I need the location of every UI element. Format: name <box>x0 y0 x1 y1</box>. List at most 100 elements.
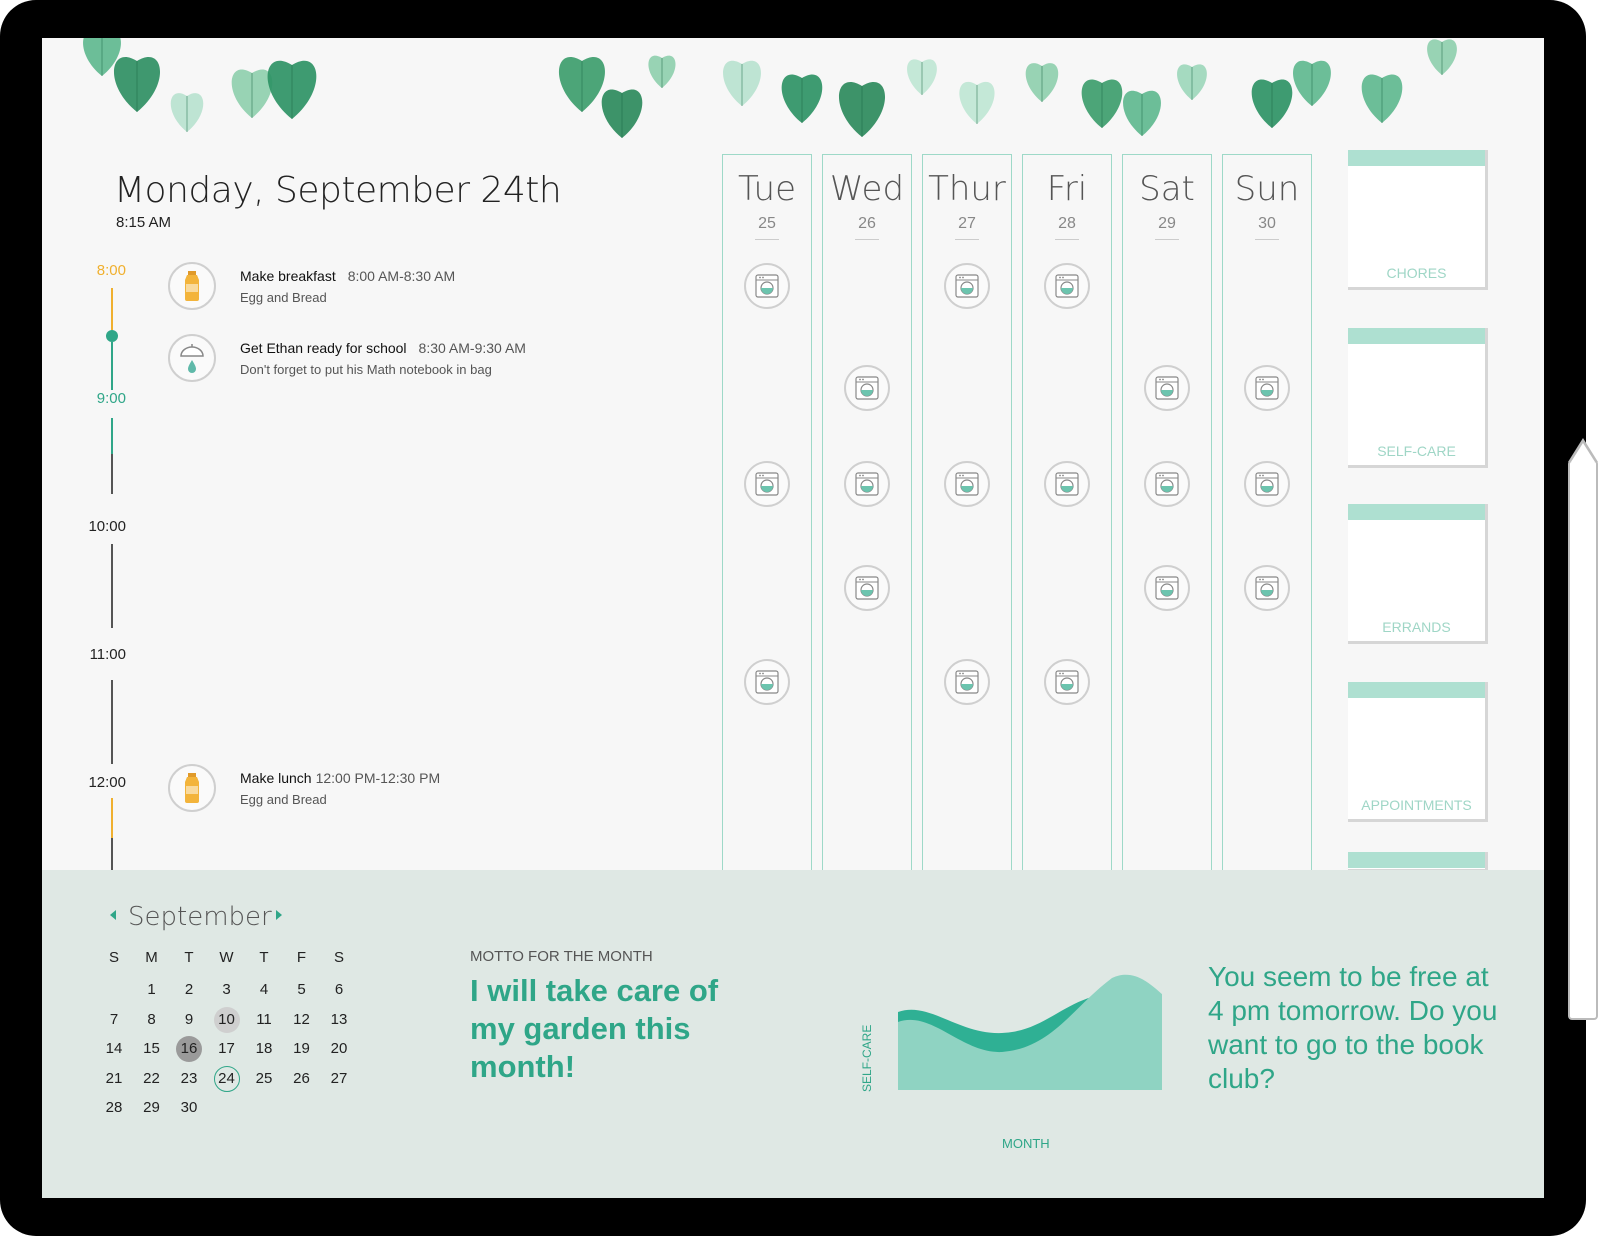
day-column-sun[interactable]: Sun 30 <box>1222 154 1312 914</box>
timeline-segment <box>111 680 113 764</box>
washing-machine-icon[interactable] <box>1044 659 1090 705</box>
calendar-day[interactable]: 9 <box>171 1006 207 1034</box>
calendar-day[interactable]: 12 <box>284 1006 320 1034</box>
card-label: SELF-CARE <box>1377 443 1456 459</box>
calendar-day[interactable]: 19 <box>284 1035 320 1063</box>
calendar-day[interactable]: 13 <box>321 1006 357 1034</box>
day-column-sat[interactable]: Sat 29 <box>1122 154 1212 914</box>
card-band <box>1348 504 1485 520</box>
category-card-appointments[interactable]: APPOINTMENTS <box>1348 682 1488 822</box>
task-note: Egg and Bread <box>240 290 327 305</box>
page-title: Monday, September 24th <box>114 170 562 211</box>
calendar-day[interactable]: 28 <box>96 1094 132 1122</box>
calendar-day[interactable]: 6 <box>321 976 357 1004</box>
calendar-day[interactable]: 25 <box>246 1065 282 1093</box>
day-column-fri[interactable]: Fri 28 <box>1022 154 1112 914</box>
category-card-chores[interactable]: CHORES <box>1348 150 1488 290</box>
washing-machine-icon[interactable] <box>1244 565 1290 611</box>
washing-machine-icon[interactable] <box>844 365 890 411</box>
current-time-marker <box>106 330 118 342</box>
calendar-day[interactable]: 14 <box>96 1035 132 1063</box>
washing-machine-icon[interactable] <box>744 659 790 705</box>
task-time: 12:00 PM-12:30 PM <box>315 770 441 786</box>
task-title: Make breakfast 8:00 AM-8:30 AM <box>240 268 455 284</box>
task-title-text: Get Ethan ready for school <box>240 340 407 356</box>
day-name: Thur <box>928 169 1006 209</box>
day-number: 26 <box>823 215 911 240</box>
calendar-day[interactable]: 26 <box>284 1065 320 1093</box>
time-label: 11:00 <box>89 646 126 663</box>
washing-machine-icon[interactable] <box>1044 263 1090 309</box>
washing-machine-icon[interactable] <box>944 659 990 705</box>
washing-machine-icon[interactable] <box>1044 461 1090 507</box>
day-name: Sun <box>1234 169 1300 209</box>
timeline-segment <box>111 798 113 838</box>
day-number: 27 <box>923 215 1011 240</box>
washing-machine-icon[interactable] <box>944 461 990 507</box>
washing-machine-icon[interactable] <box>844 565 890 611</box>
calendar-day[interactable]: 30 <box>171 1094 207 1122</box>
footer-panel: September S M T W T F S 1 2 3 4 5 6 7 8 9 10 11 12 13 14 15 16… <box>42 870 1544 1198</box>
calendar-day[interactable]: 7 <box>96 1006 132 1034</box>
chart-x-axis-label: MONTH <box>1002 1136 1050 1151</box>
calendar-weekday: T <box>184 949 194 966</box>
category-card-partial[interactable] <box>1348 852 1488 872</box>
task-title-text: Make breakfast <box>240 268 336 284</box>
calendar-weekday: S <box>333 949 344 966</box>
day-column-wed[interactable]: Wed 26 <box>822 154 912 914</box>
timeline-segment <box>111 342 113 390</box>
task-time: 8:00 AM-8:30 AM <box>347 268 456 284</box>
day-column-tue[interactable]: Tue 25 <box>722 154 812 914</box>
next-month-arrow-icon[interactable] <box>276 910 282 920</box>
time-label: 8:00 <box>96 262 126 279</box>
washing-machine-icon[interactable] <box>1144 461 1190 507</box>
calendar-day[interactable]: 15 <box>134 1035 170 1063</box>
timeline-segment <box>111 418 113 454</box>
calendar-day[interactable]: 23 <box>171 1065 207 1093</box>
calendar-day[interactable]: 2 <box>171 976 207 1004</box>
timeline-segment <box>111 544 113 628</box>
washing-machine-icon[interactable] <box>744 461 790 507</box>
calendar-day[interactable]: 4 <box>246 976 282 1004</box>
timeline-segment <box>111 454 113 494</box>
shower-icon <box>168 334 216 382</box>
day-number: 30 <box>1223 215 1311 240</box>
day-column-thur[interactable]: Thur 27 <box>922 154 1012 914</box>
calendar-day[interactable]: 18 <box>246 1035 282 1063</box>
time-label: 9:00 <box>96 390 126 407</box>
calendar-day[interactable]: 1 <box>134 976 170 1004</box>
calendar-day[interactable]: 11 <box>246 1006 282 1034</box>
task-title: Make lunch 12:00 PM-12:30 PM <box>240 770 440 786</box>
task-time: 8:30 AM-9:30 AM <box>418 340 526 356</box>
calendar-day[interactable]: 17 <box>209 1035 245 1063</box>
calendar-day[interactable]: 20 <box>321 1035 357 1063</box>
washing-machine-icon[interactable] <box>944 263 990 309</box>
planner-screen: Monday, September 24th 8:15 AM 8:00 9:00 1… <box>42 38 1544 1198</box>
washing-machine-icon[interactable] <box>1244 461 1290 507</box>
washing-machine-icon[interactable] <box>1144 365 1190 411</box>
task-title: Get Ethan ready for school 8:30 AM-9:30 A… <box>240 340 526 356</box>
task-title-text: Make lunch <box>240 770 312 786</box>
time-label: 10:00 <box>88 518 126 535</box>
chart-y-axis-label: SELF-CARE <box>860 1024 874 1092</box>
calendar-day[interactable]: 16 <box>171 1035 207 1063</box>
previous-month-arrow-icon[interactable] <box>110 910 116 920</box>
calendar-day[interactable]: 10 <box>209 1006 245 1034</box>
calendar-weekday: M <box>145 949 158 966</box>
calendar-day[interactable]: 3 <box>209 976 245 1004</box>
category-card-errands[interactable]: ERRANDS <box>1348 504 1488 644</box>
washing-machine-icon[interactable] <box>1144 565 1190 611</box>
calendar-weekday: T <box>259 949 269 966</box>
calendar-day[interactable]: 8 <box>134 1006 170 1034</box>
calendar-day[interactable]: 21 <box>96 1065 132 1093</box>
category-card-self-care[interactable]: SELF-CARE <box>1348 328 1488 468</box>
calendar-day[interactable]: 29 <box>134 1094 170 1122</box>
washing-machine-icon[interactable] <box>844 461 890 507</box>
calendar-day[interactable]: 5 <box>284 976 320 1004</box>
calendar-day[interactable]: 24 <box>209 1065 245 1093</box>
calendar-day[interactable]: 27 <box>321 1065 357 1093</box>
calendar-day[interactable]: 22 <box>134 1065 170 1093</box>
washing-machine-icon[interactable] <box>744 263 790 309</box>
timeline-segment <box>111 838 113 870</box>
washing-machine-icon[interactable] <box>1244 365 1290 411</box>
